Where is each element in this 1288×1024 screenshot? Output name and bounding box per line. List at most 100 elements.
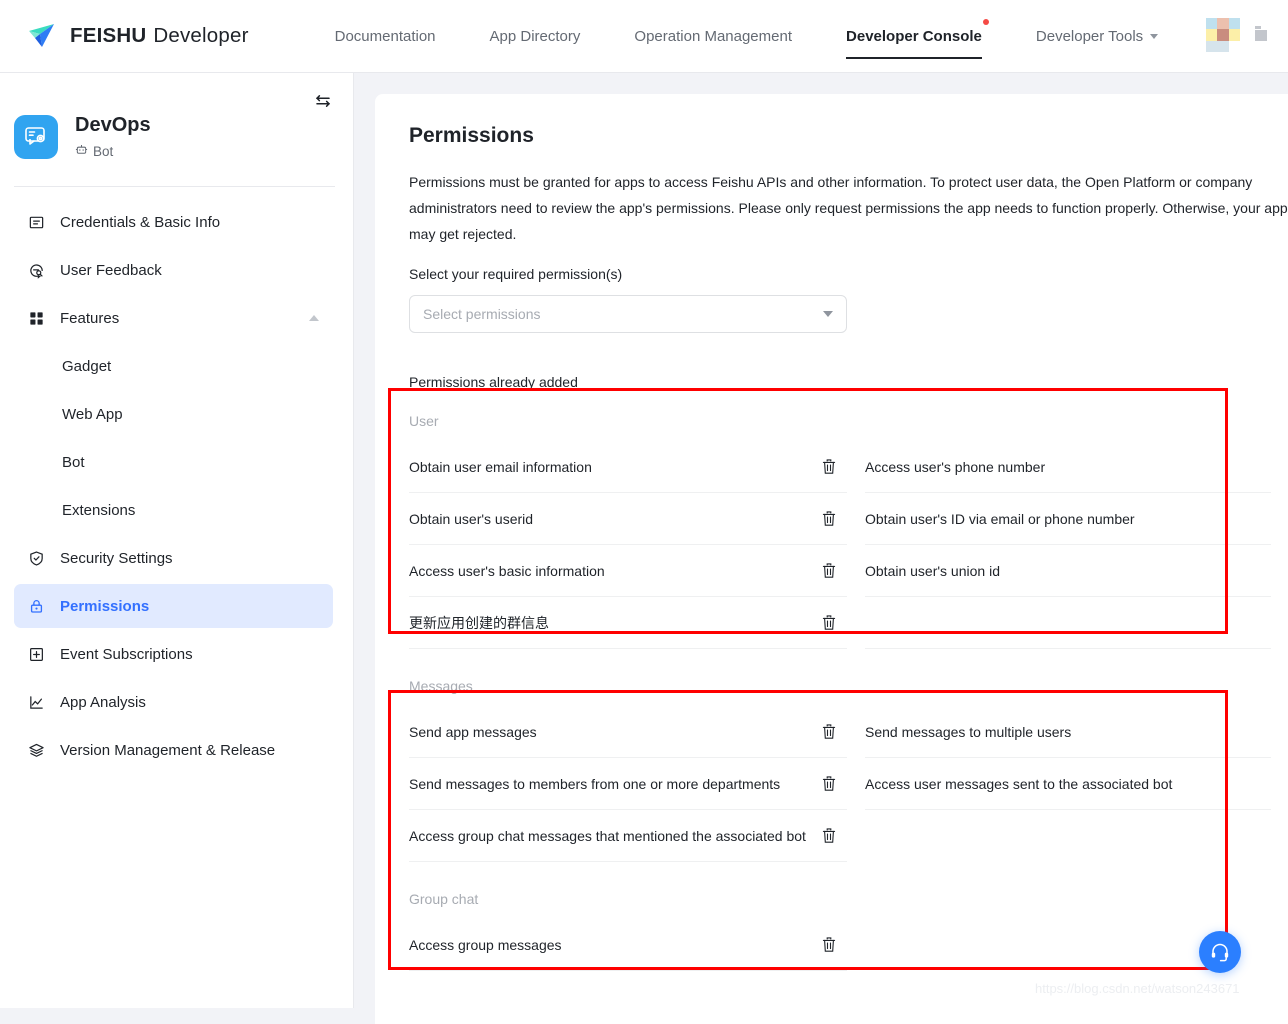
table-row: Access user's basic information bbox=[409, 545, 847, 597]
trash-icon[interactable] bbox=[821, 936, 837, 954]
page-title: Permissions bbox=[409, 124, 534, 147]
left-sidebar: DevOps Bot Credentials & Basic Info User… bbox=[0, 73, 354, 1008]
sidebar-item-event-subscriptions[interactable]: Event Subscriptions bbox=[14, 632, 333, 676]
permission-label: 更新应用创建的群信息 bbox=[409, 614, 549, 631]
sidebar-item-credentials[interactable]: Credentials & Basic Info bbox=[14, 200, 333, 244]
layers-icon bbox=[26, 740, 46, 760]
permission-label: Obtain user's ID via email or phone numb… bbox=[865, 510, 1135, 527]
group-title: Messages bbox=[409, 678, 473, 694]
devops-app-icon bbox=[14, 114, 58, 159]
nav-item-developer-console[interactable]: Developer Console bbox=[846, 0, 989, 73]
permission-label: Obtain user email information bbox=[409, 458, 592, 475]
permission-label: Access group chat messages that mentione… bbox=[409, 827, 806, 844]
chevron-down-icon bbox=[1150, 33, 1159, 39]
sidebar-item-app-analysis[interactable]: App Analysis bbox=[14, 680, 333, 724]
nav-item-documentation[interactable]: Documentation bbox=[335, 0, 436, 73]
switch-arrows-icon[interactable] bbox=[311, 89, 335, 113]
sidebar-item-label: Credentials & Basic Info bbox=[60, 213, 221, 231]
permission-label: Access group messages bbox=[409, 936, 562, 953]
table-row: Obtain user email information bbox=[409, 441, 847, 493]
table-row: Send messages to members from one or mor… bbox=[409, 758, 847, 810]
permission-group-user: User Obtain user email information Acces… bbox=[409, 413, 1271, 649]
sidebar-item-label: Permissions bbox=[60, 597, 150, 615]
permission-group-group-chat: Group chat Access group messages bbox=[409, 891, 1271, 971]
feedback-icon bbox=[26, 260, 46, 280]
document-icon[interactable] bbox=[1250, 23, 1270, 47]
sidebar-item-label: App Analysis bbox=[60, 693, 146, 711]
sidebar-item-gadget[interactable]: Gadget bbox=[14, 344, 333, 388]
group-title: Group chat bbox=[409, 891, 479, 907]
trash-icon[interactable] bbox=[821, 458, 837, 476]
sidebar-item-web-app[interactable]: Web App bbox=[14, 392, 333, 436]
table-row: Obtain user's union id bbox=[865, 545, 1271, 597]
credentials-icon bbox=[26, 212, 46, 232]
main-content-panel: Permissions Permissions must be granted … bbox=[375, 94, 1288, 1024]
table-row: Obtain user's ID via email or phone numb… bbox=[865, 493, 1271, 545]
table-row: Access group chat messages that mentione… bbox=[409, 810, 847, 862]
table-row: Access group messages bbox=[409, 919, 847, 971]
table-row-empty bbox=[865, 597, 1271, 649]
table-row: Obtain user's userid bbox=[409, 493, 847, 545]
nav-label: Developer Tools bbox=[1035, 27, 1144, 45]
sidebar-item-user-feedback[interactable]: User Feedback bbox=[14, 248, 333, 292]
sidebar-item-security-settings[interactable]: Security Settings bbox=[14, 536, 333, 580]
permission-label: Obtain user's union id bbox=[865, 562, 1000, 579]
nav-item-app-directory[interactable]: App Directory bbox=[490, 0, 581, 73]
sidebar-item-permissions[interactable]: Permissions bbox=[14, 584, 333, 628]
table-row: Access user's phone number bbox=[865, 441, 1271, 493]
nav-label: App Directory bbox=[489, 27, 581, 45]
sidebar-item-bot[interactable]: Bot bbox=[14, 440, 333, 484]
bot-icon bbox=[75, 143, 88, 159]
sidebar-item-label: User Feedback bbox=[60, 261, 162, 279]
trash-icon[interactable] bbox=[821, 562, 837, 580]
brand-name: FEISHU bbox=[70, 24, 147, 47]
sidebar-menu: Credentials & Basic Info User Feedback F… bbox=[0, 200, 353, 772]
app-header: DevOps Bot bbox=[0, 73, 353, 159]
table-row: 更新应用创建的群信息 bbox=[409, 597, 847, 649]
grid-icon bbox=[26, 308, 46, 328]
chevron-up-icon[interactable] bbox=[309, 315, 319, 321]
sidebar-item-version-management[interactable]: Version Management & Release bbox=[14, 728, 333, 772]
select-permissions-dropdown[interactable]: Select permissions bbox=[409, 295, 847, 333]
brand-subtitle: Developer bbox=[153, 24, 249, 47]
trash-icon[interactable] bbox=[821, 827, 837, 845]
trash-icon[interactable] bbox=[821, 723, 837, 741]
table-row-empty bbox=[865, 810, 1271, 862]
group-title: User bbox=[409, 413, 439, 429]
sidebar-item-label: Extensions bbox=[62, 501, 136, 519]
sidebar-item-extensions[interactable]: Extensions bbox=[14, 488, 333, 532]
sidebar-divider bbox=[14, 186, 335, 187]
top-navigation-bar: FEISHU Developer Documentation App Direct… bbox=[0, 0, 1288, 73]
brand-logo-area[interactable]: FEISHU Developer bbox=[26, 20, 249, 52]
sidebar-item-label: Event Subscriptions bbox=[60, 645, 193, 663]
table-row: Send app messages bbox=[409, 706, 847, 758]
shield-icon bbox=[26, 548, 46, 568]
select-permissions-placeholder: Select permissions bbox=[423, 306, 541, 322]
app-type-label: Bot bbox=[93, 143, 114, 159]
sidebar-item-label: Version Management & Release bbox=[60, 741, 276, 759]
permission-group-messages: Messages Send app messages Send messages… bbox=[409, 678, 1271, 862]
trash-icon[interactable] bbox=[821, 775, 837, 793]
app-type: Bot bbox=[75, 143, 151, 159]
trash-icon[interactable] bbox=[821, 510, 837, 528]
sidebar-item-label: Features bbox=[60, 309, 120, 327]
permissions-already-added-label: Permissions already added bbox=[409, 374, 578, 390]
avatar[interactable] bbox=[1206, 18, 1240, 52]
select-permissions-label: Select your required permission(s) bbox=[409, 266, 623, 282]
permission-label: Access user's basic information bbox=[409, 562, 605, 579]
notification-dot-icon bbox=[982, 18, 989, 25]
permission-label: Access user's phone number bbox=[865, 458, 1046, 475]
permission-label: Send app messages bbox=[409, 723, 537, 740]
support-chat-button[interactable] bbox=[1199, 931, 1241, 973]
app-name: DevOps bbox=[75, 114, 151, 136]
nav-item-developer-tools[interactable]: Developer Tools bbox=[1035, 0, 1159, 73]
chevron-down-icon bbox=[823, 311, 833, 317]
lock-icon bbox=[26, 596, 46, 616]
permission-label: Obtain user's userid bbox=[409, 510, 534, 527]
permission-label: Send messages to multiple users bbox=[865, 723, 1072, 740]
page-description: Permissions must be granted for apps to … bbox=[409, 174, 1288, 242]
sidebar-item-features[interactable]: Features bbox=[14, 296, 333, 340]
trash-icon[interactable] bbox=[821, 614, 837, 632]
sidebar-item-label: Security Settings bbox=[60, 549, 173, 567]
nav-item-operation-management[interactable]: Operation Management bbox=[634, 0, 792, 73]
